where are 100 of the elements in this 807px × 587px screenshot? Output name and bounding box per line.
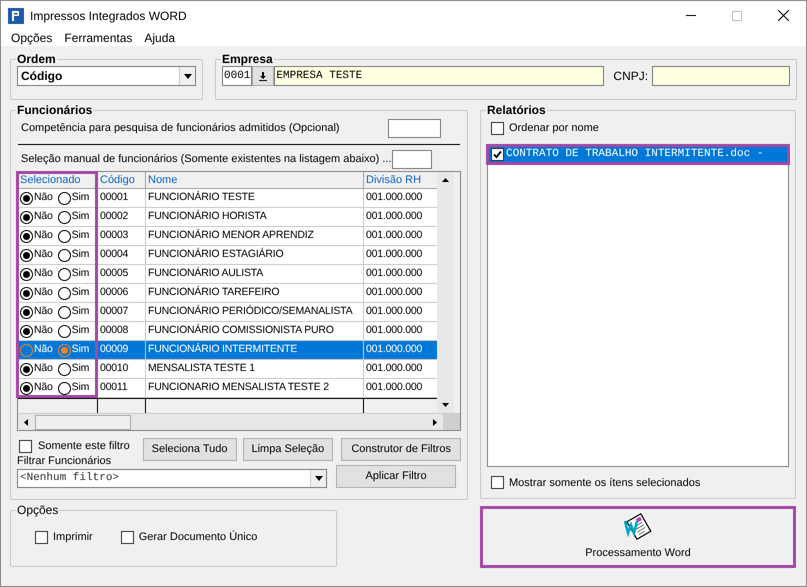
table-row[interactable]: Não Sim 00004 FUNCIONÁRIO ESTAGIÁRIO 001.000.000	[18, 246, 437, 265]
table-row[interactable]: Não Sim 00011 FUNCIONARIO MENSALISTA TESTE 2 001.000.000	[18, 379, 437, 398]
competencia-field[interactable]	[388, 118, 441, 138]
somente-filtro-checkbox[interactable]: Somente este filtro	[17, 438, 137, 454]
menu-item[interactable]: Ajuda	[144, 31, 176, 45]
action-button[interactable]: Construtor de Filtros	[341, 438, 461, 461]
table-cell: FUNCIONÁRIO HORISTA	[146, 208, 364, 227]
document-icon	[622, 512, 654, 541]
radio-button[interactable]	[58, 192, 71, 204]
radio-option[interactable]: Sim	[58, 361, 90, 377]
mostrar-checkbox[interactable]: Mostrar somente os ítens selecionados	[487, 474, 789, 491]
report-item[interactable]: CONTRATO DE TRABALHO INTERMITENTE.doc -	[486, 144, 790, 164]
selecao-label: Seleção manual de funcionários (Somente existentes na listagem abaixo) ...	[21, 152, 392, 167]
table-cell: MENSALISTA TESTE 1	[146, 360, 364, 379]
table-row[interactable]: Não Sim 00008 FUNCIONÁRIO COMISSIONISTA PURO 001.000.000	[18, 322, 437, 341]
table-cell: FUNCIONÁRIO TESTE	[146, 189, 364, 208]
radio-option[interactable]: Sim	[58, 190, 90, 206]
menu-item[interactable]: Opções	[11, 31, 52, 45]
radio-option[interactable]: Não	[20, 285, 53, 301]
radio-button[interactable]	[58, 362, 71, 376]
radio-button[interactable]	[58, 324, 71, 338]
table-row[interactable]: Não Sim 00010 MENSALISTA TESTE 1 001.000.000	[18, 360, 437, 379]
option-checkbox[interactable]: Gerar Documento Único	[120, 529, 258, 546]
filter-dropdown[interactable]: <Nenhum filtro>	[17, 469, 327, 488]
radio-option[interactable]: Sim	[58, 342, 90, 358]
radio-button[interactable]	[20, 286, 33, 300]
radio-button[interactable]	[20, 362, 33, 376]
column-header[interactable]: Selecionado	[18, 172, 98, 188]
checkbox[interactable]	[491, 122, 504, 135]
radio-option[interactable]: Sim	[58, 304, 90, 320]
radio-button[interactable]	[20, 192, 33, 204]
dropdown-button[interactable]	[310, 470, 326, 487]
radio-button[interactable]	[58, 286, 71, 300]
table-row[interactable]: Não Sim 00005 FUNCIONÁRIO AULISTA 001.000.000	[18, 265, 437, 284]
radio-option[interactable]: Não	[20, 361, 53, 377]
radio-option[interactable]: Não	[20, 304, 53, 320]
action-button[interactable]: Limpa Seleção	[242, 438, 334, 461]
action-button[interactable]: Seleciona Tudo	[142, 438, 236, 461]
horizontal-scrollbar[interactable]	[18, 413, 460, 430]
table-row[interactable]: Não Sim 00001 FUNCIONÁRIO TESTE 001.000.000	[18, 189, 437, 208]
radio-button[interactable]	[58, 210, 71, 224]
radio-option[interactable]: Não	[20, 342, 53, 358]
radio-button[interactable]	[20, 248, 33, 262]
table-row[interactable]: Não Sim 00002 FUNCIONÁRIO HORISTA 001.000.000	[18, 208, 437, 227]
ordenar-checkbox[interactable]: Ordenar por nome	[487, 120, 789, 136]
checkbox[interactable]	[491, 476, 504, 490]
company-name-field[interactable]: EMPRESA TESTE	[274, 66, 604, 86]
checkbox[interactable]	[491, 148, 504, 160]
ordem-dropdown[interactable]: Código	[17, 66, 196, 86]
radio-option[interactable]: Não	[20, 247, 53, 263]
option-checkbox[interactable]: Imprimir	[35, 529, 93, 546]
radio-option[interactable]: Sim	[58, 285, 90, 301]
radio-button[interactable]	[58, 230, 71, 242]
download-arrow-icon	[259, 72, 268, 80]
column-header[interactable]: Nome	[146, 172, 364, 188]
table-row[interactable]: Não Sim 00003 FUNCIONÁRIO MENOR APRENDIZ 001.000.000	[18, 227, 437, 246]
cnpj-field[interactable]	[652, 66, 790, 86]
menu-item[interactable]: Ferramentas	[64, 31, 132, 45]
radio-option[interactable]: Sim	[58, 209, 90, 225]
radio-option[interactable]: Sim	[58, 323, 90, 339]
radio-button[interactable]	[20, 268, 33, 280]
radio-button[interactable]	[20, 306, 33, 318]
apply-filter-button[interactable]: Aplicar Filtro	[336, 465, 456, 488]
radio-button[interactable]	[20, 344, 33, 356]
radio-button[interactable]	[20, 210, 33, 224]
radio-option[interactable]: Não	[20, 190, 53, 206]
checkbox[interactable]	[120, 530, 134, 544]
company-code-field[interactable]: 0001	[222, 66, 252, 86]
radio-option[interactable]: Não	[20, 380, 53, 396]
radio-option[interactable]: Sim	[58, 247, 90, 263]
selecao-field[interactable]	[392, 150, 432, 168]
table-row[interactable]: Não Sim 00006 FUNCIONÁRIO TAREFEIRO 001.000.000	[18, 284, 437, 303]
table-row[interactable]: Não Sim 00007 FUNCIONÁRIO PERIÓDICO/SEMANALISTA 001.000.000	[18, 303, 437, 322]
lookup-button[interactable]	[252, 66, 274, 86]
radio-button[interactable]	[58, 248, 71, 262]
app-icon	[8, 8, 24, 24]
radio-button[interactable]	[20, 382, 33, 394]
radio-button[interactable]	[58, 306, 71, 318]
radio-option[interactable]: Não	[20, 266, 53, 282]
column-header[interactable]: Código	[98, 172, 146, 188]
radio-button[interactable]	[20, 230, 33, 242]
radio-option[interactable]: Sim	[58, 380, 90, 396]
table-cell: FUNCIONÁRIO MENOR APRENDIZ	[146, 227, 364, 246]
radio-option[interactable]: Não	[20, 209, 53, 225]
checkbox[interactable]	[19, 440, 32, 452]
dropdown-button[interactable]	[179, 67, 195, 85]
radio-button[interactable]	[58, 344, 71, 356]
radio-option[interactable]: Não	[20, 228, 53, 244]
radio-option[interactable]: Sim	[58, 228, 90, 244]
radio-button[interactable]	[20, 324, 33, 338]
group-label: Opções	[16, 503, 60, 517]
checkbox[interactable]	[35, 530, 48, 544]
radio-option[interactable]: Sim	[58, 266, 90, 282]
vertical-scrollbar[interactable]	[437, 172, 454, 413]
process-word-button[interactable]: Processamento Word	[480, 506, 796, 568]
scroll-thumb[interactable]	[35, 415, 131, 430]
radio-option[interactable]: Não	[20, 323, 53, 339]
radio-button[interactable]	[58, 268, 71, 280]
table-row[interactable]: Não Sim 00009 FUNCIONÁRIO INTERMITENTE 001.000.000	[18, 341, 437, 360]
radio-button[interactable]	[58, 382, 71, 394]
